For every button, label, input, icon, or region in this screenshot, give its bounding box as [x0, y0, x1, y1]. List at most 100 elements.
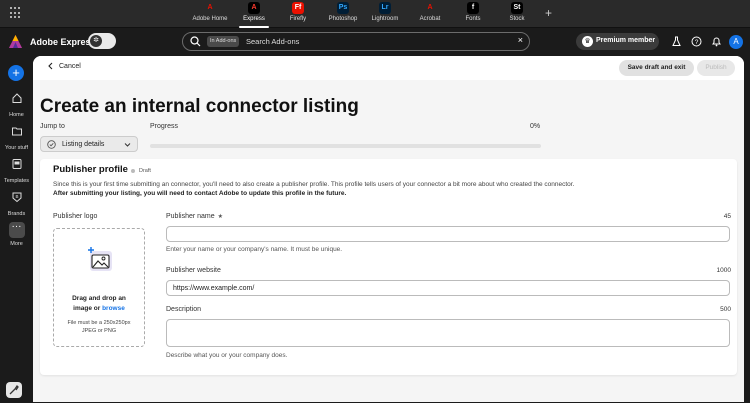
jump-to-dropdown[interactable]: Listing details [40, 136, 138, 152]
home-icon [12, 93, 21, 103]
app-express[interactable]: A Express [229, 2, 279, 28]
app-stock[interactable]: St Stock [492, 2, 542, 22]
stock-icon: St [511, 2, 523, 14]
adobe-express-logo-icon[interactable] [9, 35, 22, 48]
app-label: Firefly [289, 16, 307, 22]
notifications-bell-icon[interactable] [711, 36, 722, 47]
folder-icon [11, 127, 22, 136]
status-badge: Draft [131, 168, 151, 174]
publisher-logo-label: Publisher logo [53, 213, 98, 220]
svg-text:B: B [15, 194, 18, 199]
app-label: Stock [509, 16, 525, 22]
app-switcher-bar: A Adobe Home A Express Ff Firefly Ps Photoshop L… [0, 0, 750, 28]
search-input[interactable]: Search Add-ons [246, 37, 299, 46]
lightroom-icon: Lr [379, 2, 391, 14]
publisher-name-label-text: Publisher name [166, 213, 215, 220]
cancel-button[interactable]: Cancel [47, 62, 81, 70]
search-scope-chip[interactable]: In Add-ons [207, 36, 240, 47]
firefly-icon: Ff [292, 2, 304, 14]
app-adobe-home[interactable]: A Adobe Home [185, 2, 235, 22]
add-app-icon[interactable]: + [545, 6, 552, 20]
mode-toggle[interactable]: ✲ [88, 33, 116, 49]
rail-label: More [10, 241, 23, 247]
app-label: Lightroom [371, 16, 399, 22]
required-asterisk-icon: ★ [217, 214, 224, 220]
crown-icon: ♛ [582, 36, 593, 47]
app-label: Express [243, 16, 265, 22]
help-icon[interactable]: ? [691, 36, 702, 47]
app-fonts[interactable]: f Fonts [448, 2, 498, 22]
adobe-home-icon: A [204, 2, 216, 14]
templates-icon [12, 159, 21, 169]
dropzone-line1: Drag and drop an [72, 295, 126, 302]
create-plus-button[interactable]: + [8, 65, 24, 81]
rail-item-templates[interactable]: Templates [0, 157, 33, 184]
profile-notice: After submitting your listing, you will … [53, 190, 347, 197]
clear-search-icon[interactable]: × [518, 35, 523, 45]
rail-item-brands[interactable]: B Brands [0, 190, 33, 217]
toggle-knob-icon: ✲ [90, 35, 102, 47]
dropzone-note1: File must be a 250x250px [67, 320, 131, 326]
publisher-website-char-count: 1000 [716, 267, 731, 274]
progress-label: Progress [150, 123, 179, 130]
brands-icon: B [12, 192, 21, 203]
jump-to-value: Listing details [62, 141, 105, 148]
publisher-website-input[interactable]: https://www.example.com/ [166, 280, 730, 296]
top-bar: Adobe Express ✲ In Add-ons Search Add-on… [0, 28, 750, 56]
add-image-icon [88, 247, 112, 271]
panel-header: Cancel Save draft and exit Publish [33, 56, 744, 80]
publisher-name-help: Enter your name or your company's name. … [166, 246, 343, 253]
cancel-label: Cancel [59, 62, 81, 70]
progress-bar [150, 144, 541, 148]
left-rail: + Home Your stuff Templates B Brands ···… [0, 56, 33, 402]
more-dots-icon: ··· [8, 222, 25, 238]
status-dot-icon [131, 169, 135, 173]
express-icon: A [248, 2, 260, 14]
browse-link[interactable]: browse [102, 305, 125, 312]
rail-label: Brands [7, 211, 26, 217]
user-avatar[interactable]: A [729, 35, 743, 49]
flask-icon[interactable] [671, 36, 682, 47]
fonts-icon: f [467, 2, 479, 14]
app-label: Fonts [465, 16, 481, 22]
app-firefly[interactable]: Ff Firefly [273, 2, 323, 22]
svg-text:?: ? [695, 39, 699, 46]
rail-item-your-stuff[interactable]: Your stuff [0, 124, 33, 151]
description-help: Describe what you or your company does. [166, 352, 288, 359]
publisher-name-char-count: 45 [723, 213, 731, 220]
logo-dropzone[interactable]: Drag and drop an image or browse File mu… [53, 228, 145, 347]
chevron-down-icon [124, 143, 131, 147]
rail-label: Your stuff [5, 145, 28, 151]
rail-label: Home [9, 112, 24, 118]
search-bar[interactable]: In Add-ons Search Add-ons × [182, 32, 530, 51]
premium-member-button[interactable]: ♛ Premium member [576, 33, 659, 50]
description-label: Description [166, 306, 202, 313]
save-draft-button[interactable]: Save draft and exit [619, 60, 694, 76]
acrobat-icon: A [424, 2, 436, 14]
progress-percent: 0% [530, 123, 541, 130]
app-label: Adobe Home [192, 16, 228, 22]
publisher-name-label: Publisher name ★ [166, 213, 223, 220]
publisher-website-label: Publisher website [166, 267, 221, 274]
publisher-name-input[interactable] [166, 226, 730, 242]
brand-name: Adobe Express [30, 37, 96, 47]
chevron-left-icon [48, 62, 53, 70]
profile-description: Since this is your first time submitting… [53, 181, 575, 188]
publish-button[interactable]: Publish [697, 60, 735, 76]
jump-to-label: Jump to [40, 123, 65, 130]
rail-label: Templates [3, 178, 30, 184]
app-lightroom[interactable]: Lr Lightroom [360, 2, 410, 22]
app-grid-icon[interactable] [10, 7, 22, 19]
main-panel: Cancel Save draft and exit Publish Creat… [33, 56, 744, 402]
description-char-count: 500 [720, 306, 731, 313]
dropzone-note2: JPEG or PNG [81, 328, 117, 334]
premium-label: Premium member [596, 37, 656, 44]
page-title: Create an internal connector listing [40, 96, 359, 117]
tools-icon[interactable] [6, 382, 22, 398]
search-icon [190, 36, 201, 47]
description-textarea[interactable] [166, 319, 730, 347]
dropzone-prefix: image or [73, 305, 103, 312]
rail-item-more[interactable]: ··· More [0, 222, 33, 247]
publisher-profile-card: Publisher profile Draft Since this is yo… [40, 159, 737, 375]
rail-item-home[interactable]: Home [0, 91, 33, 118]
